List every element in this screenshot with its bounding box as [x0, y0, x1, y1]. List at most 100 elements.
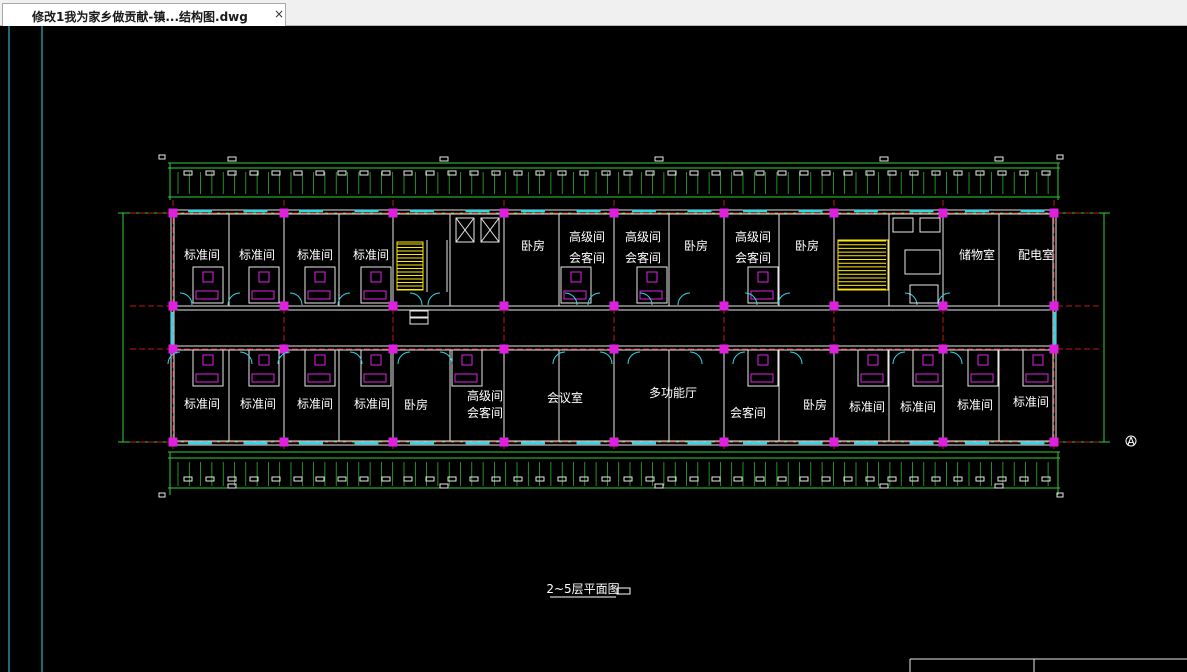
room-label: 会议室 [547, 390, 583, 405]
drawing-canvas[interactable]: 标准间 标准间 标准间 标准间 卧房 高级间 会客间 高级间 会客间 卧房 高级… [0, 26, 1187, 672]
cad-rect [755, 170, 765, 176]
cad-rect [639, 290, 663, 300]
door-swing [179, 292, 193, 306]
cad-rect [609, 208, 619, 218]
cad-rect [821, 170, 831, 176]
cad-rect [938, 301, 948, 311]
cad-rect [409, 317, 429, 325]
cad-rect [403, 170, 413, 176]
cad-rect [202, 354, 214, 366]
cad-rect [777, 476, 787, 482]
cad-rect [499, 208, 509, 218]
cad-rect [719, 344, 729, 354]
cad-rect [315, 170, 325, 176]
door-swing [789, 351, 803, 365]
cad-rect [381, 170, 391, 176]
cad-rect [293, 170, 303, 176]
cad-rect [1019, 170, 1029, 176]
cad-rect [938, 208, 948, 218]
cad-rect [601, 476, 611, 482]
cad-rect [623, 476, 633, 482]
room-label: 标准间 [849, 400, 885, 414]
door-swing [409, 292, 423, 306]
cad-rect [513, 476, 523, 482]
cad-rect [829, 437, 839, 447]
room-label: 会客间 [467, 405, 503, 420]
cad-rect [195, 290, 219, 300]
cad-rect [887, 476, 897, 482]
cad-rect [469, 170, 479, 176]
room-label: 卧房 [684, 238, 708, 253]
room-label: 标准间 [1013, 395, 1049, 409]
cad-rect [733, 170, 743, 176]
cad-rect [158, 154, 166, 160]
document-tab[interactable]: 修改1我为家乡做贡献-镇...结构图.dwg × [2, 3, 286, 26]
cad-rect [271, 476, 281, 482]
room-label: 高级间 [625, 229, 661, 244]
cad-rect [867, 354, 879, 366]
cad-rect [931, 476, 941, 482]
cad-rect [499, 437, 509, 447]
cad-rect [168, 344, 178, 354]
door-swing [427, 292, 441, 306]
cad-rect [205, 170, 215, 176]
cad-rect [892, 217, 914, 233]
cad-rect [499, 344, 509, 354]
cad-rect [1049, 344, 1059, 354]
cad-rect [469, 476, 479, 482]
cad-rect [829, 208, 839, 218]
cad-rect [994, 483, 1004, 489]
cad-rect [689, 476, 699, 482]
cad-rect [667, 170, 677, 176]
cad-rect [535, 476, 545, 482]
cad-rect [363, 290, 387, 300]
cad-rect [499, 301, 509, 311]
cad-rect [388, 301, 398, 311]
cad-rect [829, 301, 839, 311]
room-label: 标准间 [184, 397, 220, 411]
door-swing [949, 351, 963, 365]
cad-rect [205, 476, 215, 482]
cad-rect [202, 271, 214, 283]
room-label: 高级间 [467, 388, 503, 403]
room-label: 标准间 [354, 397, 390, 411]
cad-rect [251, 290, 275, 300]
cad-rect [777, 170, 787, 176]
cad-rect [733, 476, 743, 482]
drawing-caption: 2~5层平面图 [546, 582, 619, 596]
door-swing [227, 292, 241, 306]
cad-rect [168, 301, 178, 311]
cad-rect [623, 170, 633, 176]
room-label: 标准间 [297, 397, 333, 411]
cad-rect [654, 156, 664, 162]
cad-rect [919, 217, 941, 233]
cad-rect [315, 476, 325, 482]
room-label: 标准间 [240, 397, 276, 411]
cad-rect [370, 354, 382, 366]
cad-rect [997, 170, 1007, 176]
room-label: 标准间 [957, 398, 993, 412]
cad-rect [977, 354, 989, 366]
document-tab-bar: 修改1我为家乡做贡献-镇...结构图.dwg × [0, 0, 1187, 26]
cad-rect [535, 170, 545, 176]
cad-rect [279, 208, 289, 218]
door-swing [239, 351, 253, 365]
cad-rect [425, 170, 435, 176]
cad-rect [879, 483, 889, 489]
cad-rect [183, 170, 193, 176]
cad-rect [168, 437, 178, 447]
room-label: 会客间 [735, 250, 771, 265]
cad-rect [1041, 170, 1051, 176]
room-label: 储物室 [959, 247, 995, 262]
cad-rect [719, 437, 729, 447]
cad-rect [363, 373, 387, 383]
cad-rect [1056, 154, 1064, 160]
door-swing [397, 351, 411, 365]
cad-rect [938, 344, 948, 354]
cad-rect [994, 156, 1004, 162]
cad-rect [359, 476, 369, 482]
close-icon[interactable]: × [274, 7, 284, 21]
cad-rect [750, 373, 774, 383]
cad-rect [314, 271, 326, 283]
cad-rect [711, 170, 721, 176]
